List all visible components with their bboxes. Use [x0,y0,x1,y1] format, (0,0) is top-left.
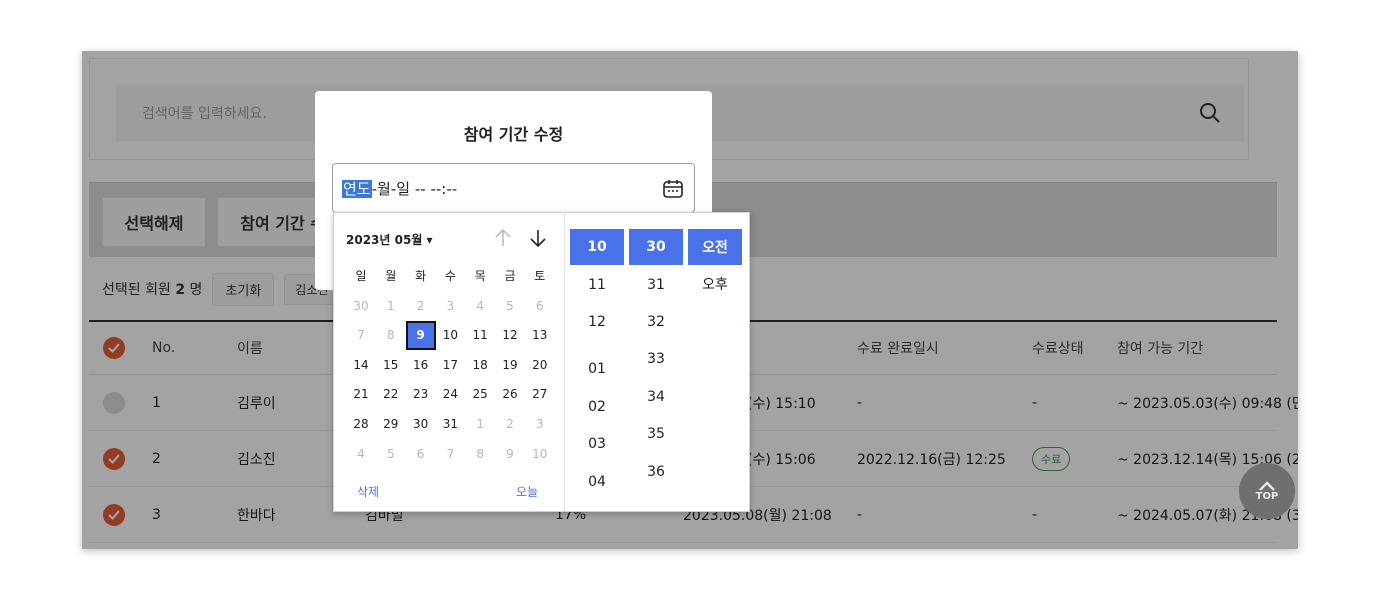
calendar-day[interactable]: 7 [435,439,465,468]
hour-option[interactable]: 10 [570,229,624,265]
hour-option[interactable]: 03 [570,426,624,462]
calendar-day[interactable]: 18 [465,350,495,379]
calendar-day[interactable]: 31 [435,409,465,438]
calendar-day[interactable]: 6 [406,439,436,468]
calendar-day[interactable]: 8 [376,321,406,350]
weekday-label: 금 [504,269,516,283]
calendar-day[interactable]: 26 [495,380,525,409]
month-selector[interactable]: 2023년 05월 ▾ [346,231,433,248]
clear-button[interactable]: 삭제 [357,483,379,500]
minute-option[interactable]: 35 [629,416,683,452]
hour-option[interactable]: 04 [570,464,624,500]
calendar-day[interactable]: 24 [435,380,465,409]
calendar-day[interactable]: 30 [406,409,436,438]
calendar-day[interactable]: 27 [525,380,555,409]
datetime-picker-popup: 2023년 05월 ▾ 일 월 화 수 목 금 토 30 1 2 3 4 5 6 7 8 9 10 11 12 13 14… [333,212,750,512]
calendar-day[interactable]: 28 [346,409,376,438]
scroll-top-label: TOP [1255,490,1279,502]
weekday-label: 화 [415,269,427,283]
weekday-label: 월 [385,269,397,283]
caret-down-icon: ▾ [426,233,433,247]
year-segment[interactable]: 연도 [342,180,372,198]
calendar-day[interactable]: 3 [435,291,465,320]
calendar-day[interactable]: 29 [376,409,406,438]
time-segment[interactable]: -- --:-- [410,180,457,198]
calendar-day[interactable]: 19 [495,350,525,379]
datetime-input[interactable]: 연도-월-일 -- --:-- [332,163,695,213]
minute-option[interactable]: 31 [629,267,683,303]
calendar-day[interactable]: 4 [465,291,495,320]
chevron-up-icon [1259,480,1275,491]
hour-option[interactable]: 12 [570,304,624,340]
arrow-up-icon[interactable] [492,227,514,249]
calendar-day[interactable]: 10 [435,321,465,350]
calendar-day[interactable]: 20 [525,350,555,379]
minute-option[interactable]: 33 [629,341,683,377]
hour-option[interactable]: 02 [570,389,624,425]
calendar-day[interactable]: 14 [346,350,376,379]
calendar-day[interactable]: 21 [346,380,376,409]
calendar-day[interactable]: 5 [495,291,525,320]
calendar-day[interactable]: 12 [495,321,525,350]
calendar-panel: 2023년 05월 ▾ 일 월 화 수 목 금 토 30 1 2 3 4 5 6 7 8 9 10 11 12 13 14… [334,213,564,511]
calendar-day[interactable]: 3 [525,409,555,438]
calendar-day[interactable]: 13 [525,321,555,350]
picker-divider [564,213,565,511]
ampm-option[interactable]: 오전 [688,229,742,265]
weekday-label: 토 [534,269,546,283]
today-button[interactable]: 오늘 [516,483,538,500]
weekday-label: 목 [474,269,486,283]
scroll-top-button[interactable]: TOP [1239,463,1295,519]
calendar-day[interactable]: 2 [495,409,525,438]
calendar-day[interactable]: 8 [465,439,495,468]
minute-option[interactable]: 36 [629,454,683,490]
calendar-day[interactable]: 7 [346,321,376,350]
calendar-day[interactable]: 17 [435,350,465,379]
weekday-label: 수 [444,269,456,283]
arrow-down-icon[interactable] [527,227,549,249]
calendar-day[interactable]: 23 [406,380,436,409]
ampm-option[interactable]: 오후 [688,266,742,302]
calendar-day[interactable]: 1 [376,291,406,320]
hour-option[interactable]: 01 [570,351,624,387]
calendar-day[interactable]: 9 [495,439,525,468]
calendar-day[interactable]: 25 [465,380,495,409]
calendar-day[interactable]: 4 [346,439,376,468]
calendar-day[interactable]: 22 [376,380,406,409]
calendar-icon[interactable] [662,178,684,200]
hour-option[interactable]: 11 [570,267,624,303]
weekday-label: 일 [355,269,367,283]
modal-title: 참여 기간 수정 [463,125,564,144]
minute-option[interactable]: 30 [629,229,683,265]
month-segment[interactable]: 월 [377,180,391,198]
calendar-day[interactable]: 6 [525,291,555,320]
minute-option[interactable]: 32 [629,304,683,340]
calendar-day[interactable]: 1 [465,409,495,438]
calendar-day[interactable]: 5 [376,439,406,468]
calendar-day[interactable]: 2 [406,291,436,320]
day-segment[interactable]: 일 [396,180,410,198]
calendar-day[interactable]: 11 [465,321,495,350]
calendar-day[interactable]: 30 [346,291,376,320]
calendar-day[interactable]: 15 [376,350,406,379]
minute-option[interactable]: 34 [629,379,683,415]
calendar-day[interactable]: 9 [405,320,436,350]
calendar-day[interactable]: 10 [525,439,555,468]
calendar-day[interactable]: 16 [406,350,436,379]
